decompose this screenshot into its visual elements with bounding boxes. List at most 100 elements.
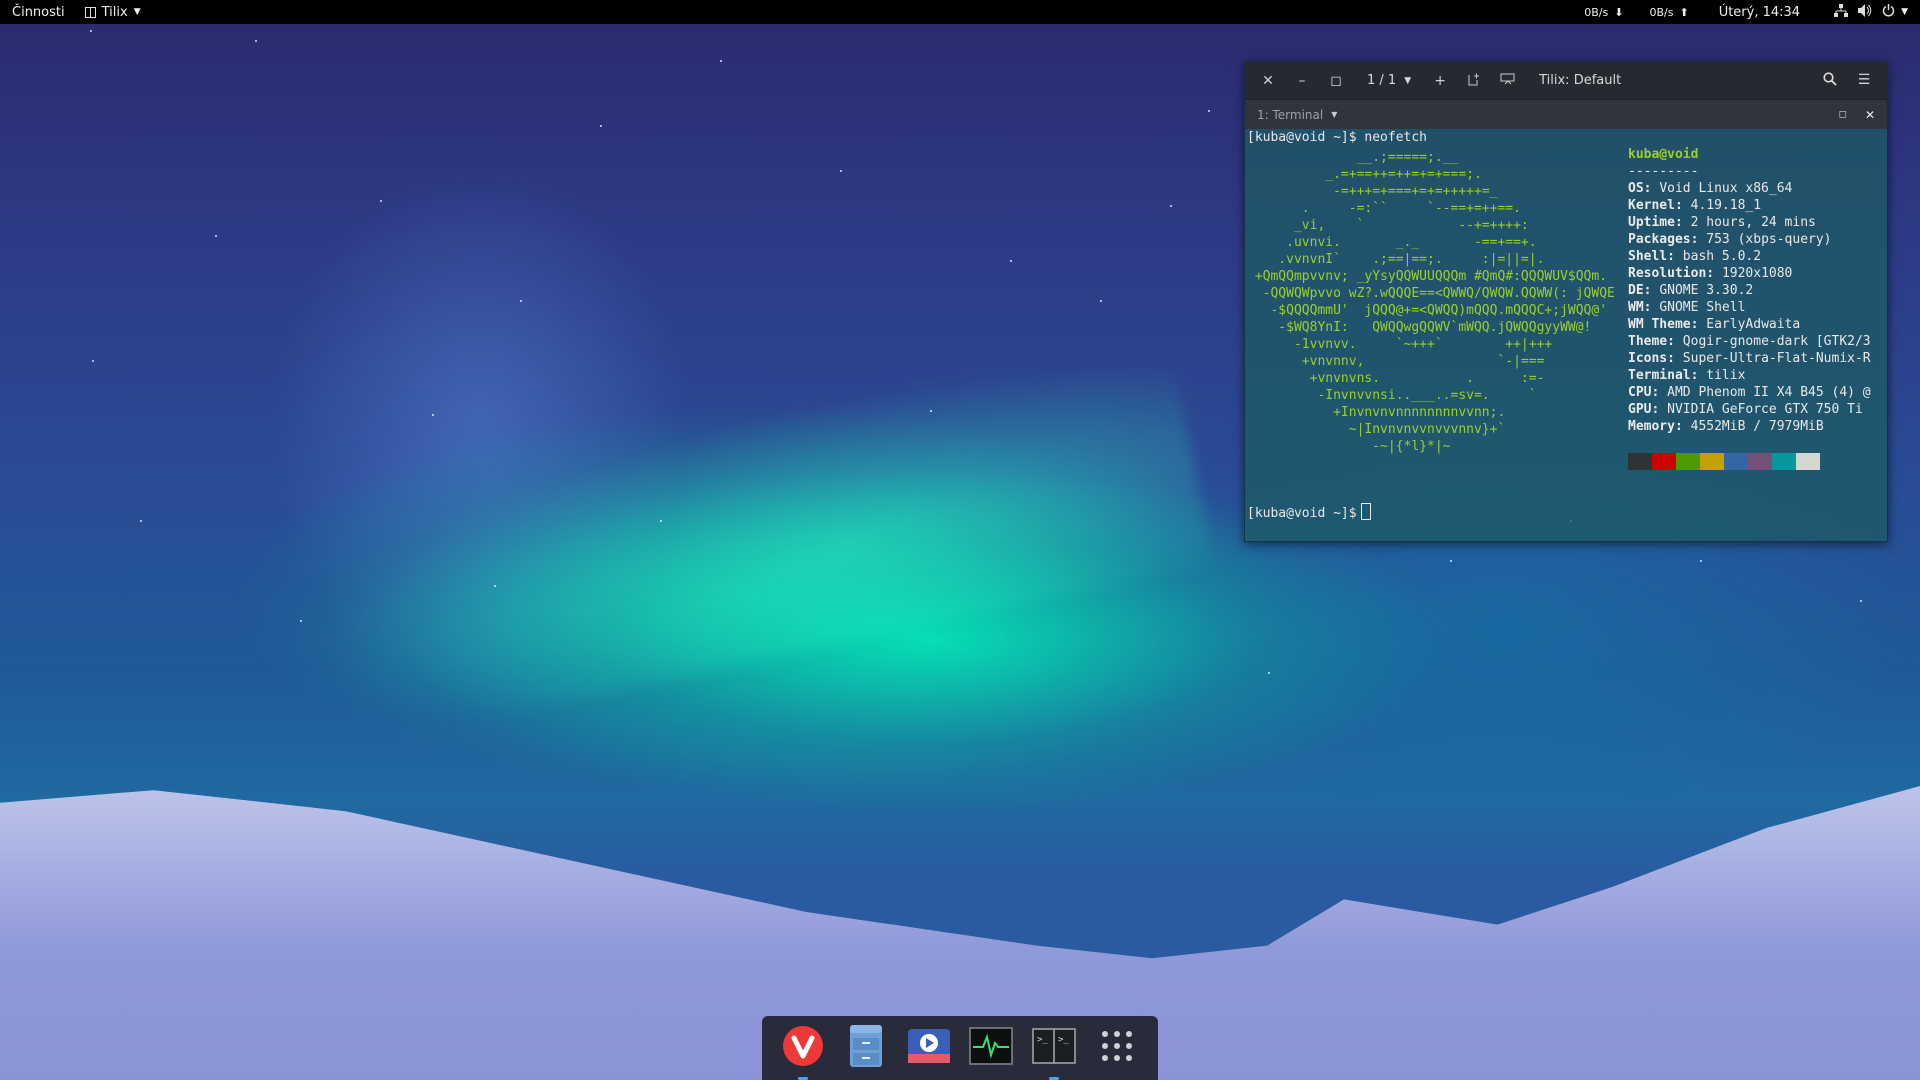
info-value: bash 5.0.2 (1682, 249, 1762, 264)
info-value: GNOME Shell (1659, 300, 1746, 315)
close-terminal-icon[interactable]: ✕ (1865, 108, 1875, 122)
file-cabinet-icon (849, 1024, 883, 1072)
info-key: Shell (1628, 249, 1668, 264)
chevron-down-icon: ▼ (1404, 75, 1412, 86)
active-prompt: [kuba@void ~]$ (1247, 503, 1371, 522)
palette-swatch (1700, 453, 1724, 470)
info-value: Void Linux x86_64 (1659, 181, 1793, 196)
info-key: Theme (1628, 334, 1668, 349)
info-line: Shell: bash 5.0.2 (1628, 249, 1762, 264)
vivaldi-icon (782, 1025, 824, 1071)
user-host: kuba@void (1628, 147, 1699, 162)
minimize-icon[interactable]: – (1285, 73, 1319, 89)
info-line: CPU: AMD Phenom II X4 B45 (4) @ (1628, 385, 1871, 400)
info-value: tilix (1706, 368, 1746, 383)
terminal-cursor (1360, 503, 1371, 520)
palette-swatch (1796, 453, 1820, 470)
palette-swatch (1772, 453, 1796, 470)
palette-swatch (1628, 453, 1652, 470)
prompt-text: [kuba@void ~]$ (1247, 506, 1357, 521)
dock: >_ >_ (762, 1016, 1158, 1080)
info-key: Icons (1628, 351, 1668, 366)
info-value: 753 (xbps-query) (1706, 232, 1832, 247)
terminal-tab[interactable]: 1: Terminal ▼ (1257, 108, 1337, 122)
power-icon[interactable] (1882, 3, 1895, 21)
dock-item-show-applications[interactable] (1092, 1023, 1142, 1073)
info-value: NVIDIA GeForce GTX 750 Ti (1667, 402, 1863, 417)
info-value: Qogir-gnome-dark [GTK2/3 (1682, 334, 1871, 349)
info-line: Kernel: 4.19.18_1 (1628, 198, 1762, 213)
activities-button[interactable]: Činnosti (0, 0, 71, 24)
info-key: Memory (1628, 419, 1675, 434)
info-value: 2 hours, 24 mins (1690, 215, 1816, 230)
palette-swatch (1748, 453, 1772, 470)
app-menu-button[interactable]: Tilix ▼ (79, 0, 147, 24)
volume-icon[interactable] (1858, 3, 1872, 21)
info-line: Resolution: 1920x1080 (1628, 266, 1793, 281)
info-value: 1920x1080 (1721, 266, 1793, 281)
net-up-speed: 0B/s (1649, 5, 1674, 19)
top-bar: Činnosti Tilix ▼ 0B/s ⬇ 0B/s ⬆ Úterý, 14… (0, 0, 1920, 24)
tilix-small-icon (84, 6, 96, 18)
neofetch-logo: __.;=====;.__ _.=+==++=++=+=+===;. -=+++… (1254, 150, 1615, 454)
info-value: AMD Phenom II X4 B45 (4) @ (1667, 385, 1871, 400)
dock-item-system-monitor[interactable] (966, 1023, 1016, 1073)
info-key: Uptime (1628, 215, 1675, 230)
terminal-tabbar: 1: Terminal ▼ ◻ ✕ (1245, 99, 1887, 129)
info-value: 4552MiB / 7979MiB (1690, 419, 1824, 434)
app-menu-label: Tilix (101, 4, 128, 20)
info-line: Uptime: 2 hours, 24 mins (1628, 215, 1816, 230)
system-info: kuba@void --------- OS: Void Linux x86_6… (1628, 146, 1871, 435)
info-key: OS (1628, 181, 1644, 196)
activities-label: Činnosti (12, 4, 65, 20)
info-line: WM Theme: EarlyAdwaita (1628, 317, 1801, 332)
info-key: Terminal (1628, 368, 1691, 383)
info-line: Memory: 4552MiB / 7979MiB (1628, 419, 1824, 434)
add-terminal-icon[interactable] (1457, 72, 1491, 90)
dock-item-tilix[interactable]: >_ >_ (1029, 1023, 1079, 1080)
palette-swatch (1724, 453, 1748, 470)
info-value: GNOME 3.30.2 (1659, 283, 1754, 298)
dock-item-video[interactable] (904, 1023, 954, 1073)
info-key: Resolution (1628, 266, 1707, 281)
chevron-down-icon: ▼ (1331, 110, 1338, 119)
info-line: DE: GNOME 3.30.2 (1628, 283, 1754, 298)
sync-input-icon[interactable] (1491, 73, 1525, 89)
add-session-icon[interactable]: + (1423, 73, 1457, 89)
clock[interactable]: Úterý, 14:34 (1719, 5, 1800, 20)
download-arrow-icon: ⬇ (1614, 5, 1624, 19)
maximize-icon[interactable]: ◻ (1319, 73, 1353, 89)
info-key: DE (1628, 283, 1644, 298)
app-grid-icon (1100, 1029, 1134, 1067)
video-player-icon (907, 1028, 951, 1068)
palette-swatch (1652, 453, 1676, 470)
search-icon[interactable] (1813, 71, 1847, 90)
info-key: WM Theme (1628, 317, 1691, 332)
command-line: [kuba@void ~]$ neofetch (1247, 130, 1428, 145)
color-palette (1628, 453, 1820, 470)
palette-swatch (1676, 453, 1700, 470)
dock-item-files[interactable] (841, 1023, 891, 1073)
close-icon[interactable]: ✕ (1251, 73, 1285, 89)
network-icon[interactable] (1834, 4, 1849, 20)
terminal-output[interactable]: [kuba@void ~]$ neofetch __.;=====;.__ _.… (1245, 129, 1887, 541)
session-indicator: 1 / 1 (1367, 73, 1397, 88)
chevron-down-icon[interactable]: ▼ (1901, 7, 1908, 17)
svg-text:>_: >_ (1037, 1035, 1048, 1045)
hamburger-menu-icon[interactable]: ☰ (1847, 72, 1881, 90)
info-value: 4.19.18_1 (1690, 198, 1762, 213)
dock-item-vivaldi[interactable] (778, 1023, 828, 1080)
info-line: Terminal: tilix (1628, 368, 1746, 383)
info-key: Packages (1628, 232, 1691, 247)
maximize-terminal-icon[interactable]: ◻ (1839, 109, 1847, 120)
info-line: Packages: 753 (xbps-query) (1628, 232, 1832, 247)
tilix-icon: >_ >_ (1032, 1028, 1076, 1068)
svg-text:>_: >_ (1058, 1035, 1069, 1045)
net-down-speed: 0B/s (1584, 5, 1609, 19)
window-headerbar: ✕ – ◻ 1 / 1 ▼ + Tilix: Default ☰ (1245, 62, 1887, 99)
tilix-window: ✕ – ◻ 1 / 1 ▼ + Tilix: Default ☰ 1: Term… (1244, 61, 1888, 542)
info-line: WM: GNOME Shell (1628, 300, 1746, 315)
info-value: Super-Ultra-Flat-Numix-R (1682, 351, 1871, 366)
session-switcher[interactable]: 1 / 1 ▼ (1367, 73, 1411, 88)
info-line: Icons: Super-Ultra-Flat-Numix-R (1628, 351, 1871, 366)
